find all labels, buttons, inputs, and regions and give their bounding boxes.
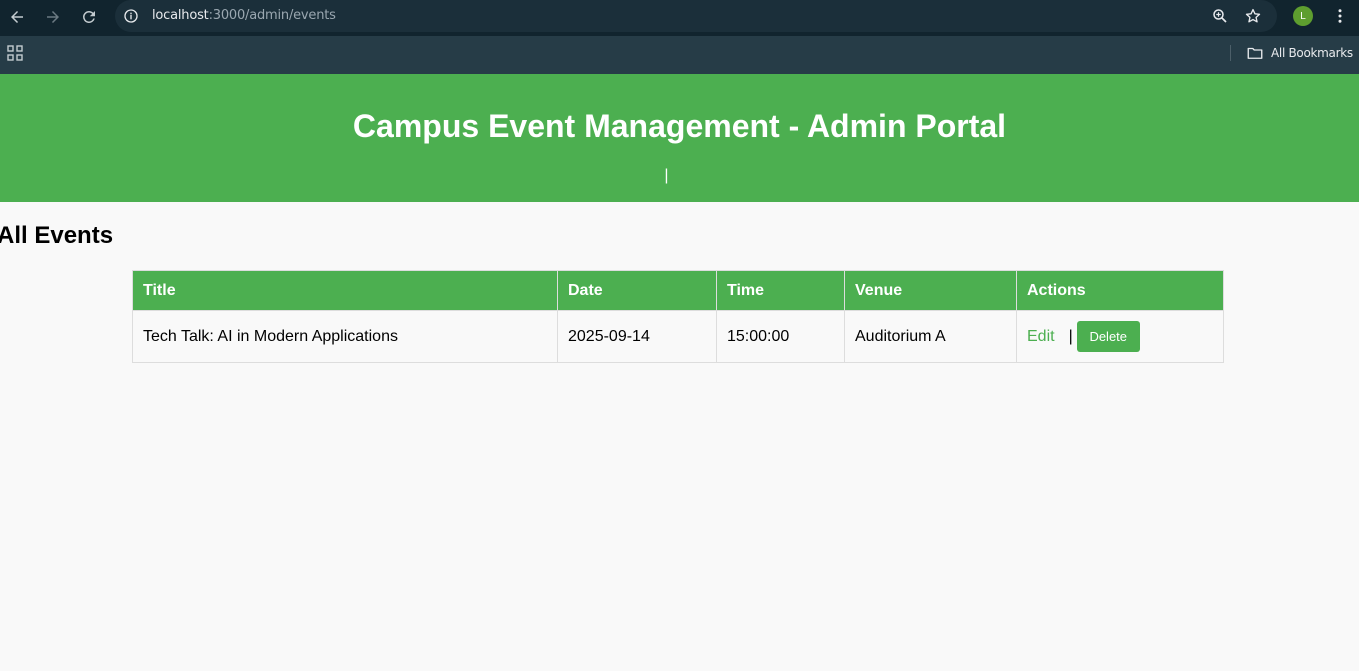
event-actions-cell: Edit | Delete	[1016, 310, 1224, 363]
reload-button[interactable]	[77, 5, 101, 29]
table-row: Tech Talk: AI in Modern Applications 202…	[132, 310, 1224, 363]
all-bookmarks-button[interactable]: All Bookmarks	[1246, 44, 1353, 62]
apps-grid-icon[interactable]	[7, 45, 23, 61]
section-title: All Events	[0, 222, 114, 249]
event-title-cell: Tech Talk: AI in Modern Applications	[132, 310, 558, 363]
reload-icon	[83, 10, 95, 23]
column-header-title: Title	[132, 270, 558, 311]
column-header-actions: Actions	[1016, 270, 1224, 311]
event-venue-cell: Auditorium A	[844, 310, 1017, 363]
browser-menu-button[interactable]	[1330, 6, 1350, 26]
column-header-date: Date	[557, 270, 717, 311]
column-header-venue: Venue	[844, 270, 1017, 311]
table-header-row: Title Date Time Venue Actions	[132, 270, 1224, 311]
browser-toolbar: localhost:3000/admin/events L	[0, 0, 1359, 36]
action-separator: |	[1068, 327, 1073, 345]
more-vertical-icon	[1338, 9, 1342, 23]
profile-avatar[interactable]: L	[1293, 6, 1313, 26]
delete-button[interactable]: Delete	[1076, 321, 1140, 352]
bookmark-star-button[interactable]	[1243, 6, 1263, 26]
zoom-icon	[1213, 9, 1227, 23]
back-button[interactable]	[5, 5, 29, 29]
site-info-icon[interactable]	[123, 8, 139, 24]
url-text: localhost:3000/admin/events	[152, 8, 336, 23]
bookmarks-bar	[0, 36, 1359, 74]
page-title: Campus Event Management - Admin Portal	[352, 108, 1007, 144]
folder-icon	[1247, 47, 1263, 59]
zoom-button[interactable]	[1210, 6, 1230, 26]
star-icon	[1245, 8, 1261, 23]
forward-arrow-icon	[47, 11, 59, 23]
forward-button[interactable]	[41, 5, 65, 29]
back-arrow-icon	[11, 11, 23, 23]
all-bookmarks-label: All Bookmarks	[1271, 46, 1353, 60]
address-bar[interactable]: localhost:3000/admin/events	[115, 0, 1277, 32]
site-header: Campus Event Management - Admin Portal |	[0, 74, 1359, 202]
column-header-time: Time	[716, 270, 845, 311]
events-table: Title Date Time Venue Actions Tech Talk:…	[132, 270, 1224, 363]
bookmarks-divider	[1230, 45, 1231, 61]
event-time-cell: 15:00:00	[716, 310, 845, 363]
event-date-cell: 2025-09-14	[557, 310, 717, 363]
edit-link[interactable]: Edit	[1027, 328, 1055, 346]
nav-separator: |	[664, 167, 669, 184]
